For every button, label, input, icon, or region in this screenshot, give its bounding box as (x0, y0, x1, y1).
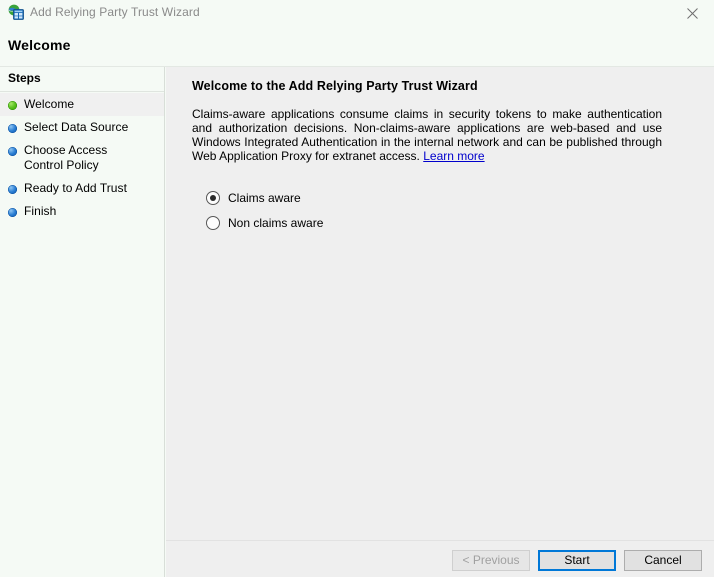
radio-option-label: Claims aware (228, 191, 301, 205)
window-title: Add Relying Party Trust Wizard (30, 5, 200, 19)
title-bar-left: Add Relying Party Trust Wizard (8, 4, 200, 20)
page-title: Welcome (8, 37, 71, 53)
step-bullet-icon (8, 147, 17, 156)
steps-list: Welcome Select Data Source Choose Access… (0, 93, 164, 223)
steps-header: Steps (0, 67, 164, 88)
start-button[interactable]: Start (538, 550, 616, 571)
close-icon[interactable] (670, 0, 714, 26)
radio-option-label: Non claims aware (228, 216, 323, 230)
radio-option-claims-aware[interactable]: Claims aware (206, 185, 692, 210)
step-bullet-icon (8, 124, 17, 133)
radio-unselected-icon[interactable] (206, 216, 220, 230)
sidebar-item-ready-to-add-trust[interactable]: Ready to Add Trust (0, 177, 164, 200)
step-bullet-icon (8, 101, 17, 110)
footer-button-group: < Previous Start Cancel (452, 550, 702, 571)
page-header: Welcome (0, 26, 714, 66)
sidebar-item-label: Welcome (24, 97, 74, 112)
wizard-window: Add Relying Party Trust Wizard Welcome S… (0, 0, 714, 577)
content-description: Claims-aware applications consume claims… (192, 107, 662, 163)
claims-awareness-radio-group: Claims aware Non claims aware (206, 185, 692, 235)
content-pane: Welcome to the Add Relying Party Trust W… (166, 67, 714, 577)
sidebar-item-choose-access-control-policy[interactable]: Choose Access Control Policy (0, 139, 164, 177)
sidebar-item-label: Select Data Source (24, 120, 128, 135)
cancel-button[interactable]: Cancel (624, 550, 702, 571)
radio-option-non-claims-aware[interactable]: Non claims aware (206, 210, 692, 235)
sidebar-item-select-data-source[interactable]: Select Data Source (0, 116, 164, 139)
title-bar: Add Relying Party Trust Wizard (0, 0, 714, 26)
radio-selected-icon[interactable] (206, 191, 220, 205)
learn-more-link[interactable]: Learn more (423, 149, 484, 163)
content-body: Welcome to the Add Relying Party Trust W… (166, 67, 714, 540)
content-heading: Welcome to the Add Relying Party Trust W… (192, 79, 692, 93)
steps-header-divider (0, 91, 164, 92)
footer-bar: < Previous Start Cancel (166, 541, 714, 577)
sidebar-item-label: Finish (24, 204, 56, 219)
sidebar-item-finish[interactable]: Finish (0, 200, 164, 223)
relying-party-trust-icon (8, 4, 24, 20)
step-bullet-icon (8, 208, 17, 217)
step-bullet-icon (8, 185, 17, 194)
previous-button[interactable]: < Previous (452, 550, 530, 571)
sidebar-item-welcome[interactable]: Welcome (0, 93, 164, 116)
sidebar-item-label: Ready to Add Trust (24, 181, 127, 196)
sidebar-item-label: Choose Access Control Policy (24, 143, 142, 173)
steps-sidebar: Steps Welcome Select Data Source Choose … (0, 67, 165, 577)
